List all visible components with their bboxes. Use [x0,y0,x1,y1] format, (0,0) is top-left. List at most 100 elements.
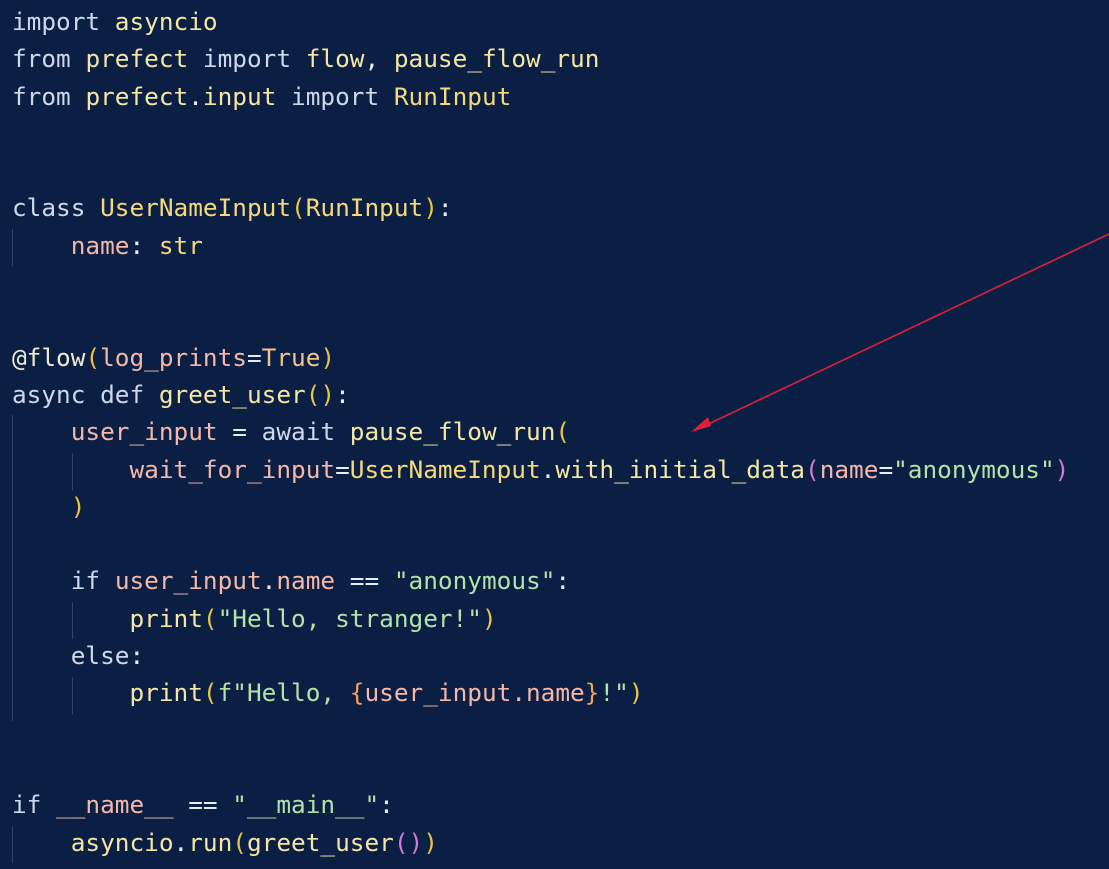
code-token: pause_flow_run [349,417,556,447]
code-token: ( [805,454,820,484]
code-token: ( [291,193,306,223]
code-token: , [364,44,394,74]
code-token: flow [305,44,365,74]
code-token: !" [599,678,629,708]
code-token: () [393,827,424,857]
code-token: ) [423,193,438,223]
code-token: __name__ [56,790,174,820]
code-token: wait_for_input [129,454,336,484]
code-token: . [188,81,203,111]
code-token: = [878,454,894,484]
code-token: == [173,790,233,820]
code-token: await [261,417,336,447]
code-line: if user_input.name == "anonymous": [12,562,1069,599]
code-token: UserNameInput [100,193,292,223]
code-token: greet_user [246,827,394,857]
code-line: @flow(log_prints=True) [12,339,1069,376]
code-token: class [12,193,86,223]
code-token: if [12,790,42,820]
code-token: UserNameInput [349,454,541,484]
code-token: { [349,678,365,708]
code-token: : [335,379,350,409]
code-token: () [305,379,336,409]
code-token: prefect [85,81,189,111]
code-token: user_input.name [364,678,585,708]
code-token: ) [481,603,497,633]
code-line: user_input = await pause_flow_run( [12,413,1069,450]
code-token: asyncio [114,7,218,36]
code-token: @flow [12,342,86,372]
code-line: import asyncio [12,3,1069,40]
code-editor[interactable]: import asyncio from prefect import flow, … [0,0,1109,869]
code-token: ) [320,342,336,372]
code-token: user_input [70,417,218,447]
code-token: ( [85,342,101,372]
code-token: pause_flow_run [393,44,600,74]
code-token: } [584,678,600,708]
code-token: if [70,566,101,596]
code-token: str [158,230,203,260]
code-token: name [276,566,336,596]
code-line: from prefect.input import RunInput [12,78,1069,115]
code-token: else [70,641,130,671]
code-token: "__main__" [232,790,380,820]
code-token: ) [1054,454,1070,484]
code-token: : [129,230,159,260]
code-token: . [173,827,189,857]
code-token: RunInput [393,81,512,111]
code-line: if __name__ == "__main__": [12,786,1069,823]
code-token: prefect [85,44,189,74]
code-token: import [12,7,101,36]
code-token: : [555,566,571,596]
code-token: log_prints [100,342,247,372]
code-token: run [188,827,233,857]
code-token: = [217,417,262,447]
code-token: ( [202,678,218,708]
code-line: else: [12,637,1069,674]
code-token: greet_user [158,379,306,409]
code-token: : [379,790,394,820]
code-token: print [129,603,203,633]
code-token: = [335,454,350,484]
code-token: "Hello, stranger!" [217,603,482,633]
code-token: import [202,44,292,74]
code-token: print [129,678,203,708]
code-token: = [246,342,262,372]
code-token: from [12,81,71,111]
code-token: ( [555,417,571,447]
code-line: ) [12,488,1069,525]
code-token: input [202,81,277,111]
code-token: from [12,44,71,74]
code-line: async def greet_user(): [12,376,1069,413]
code-token: with_initial_data [555,454,805,484]
code-token: def [100,379,145,409]
code-content[interactable]: import asyncio from prefect import flow, … [12,3,1069,861]
code-token: f"Hello, [217,678,350,708]
code-token: . [261,566,277,596]
code-token: : [129,641,145,671]
code-token: : [437,193,453,223]
code-token: ( [202,603,218,633]
code-token: asyncio [70,827,174,857]
